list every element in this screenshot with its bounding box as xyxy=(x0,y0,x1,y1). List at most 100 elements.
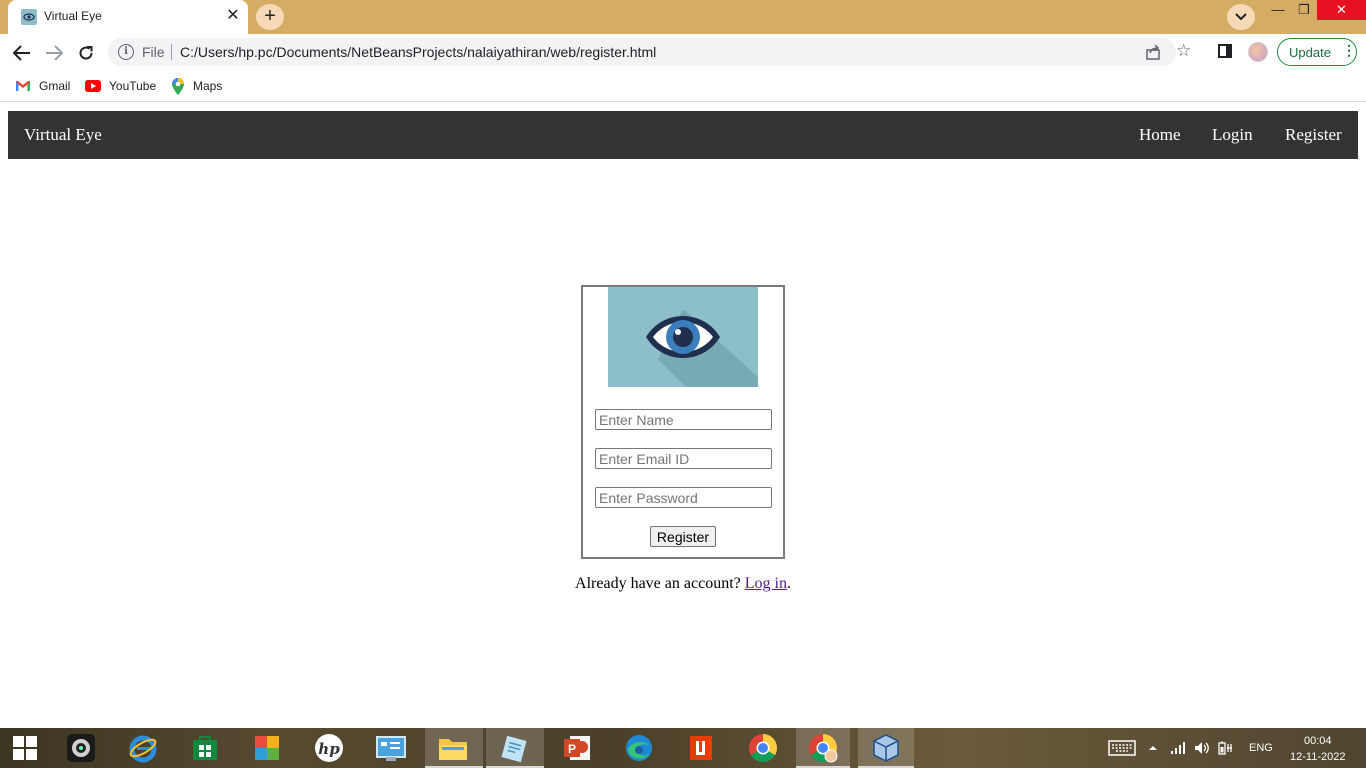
login-link[interactable]: Log in xyxy=(745,575,787,592)
svg-text:hp: hp xyxy=(318,740,340,758)
browser-tab[interactable]: Virtual Eye ✕ xyxy=(8,0,248,34)
windows-logo-icon xyxy=(13,736,37,760)
folder-icon xyxy=(439,739,467,760)
login-prompt-text: Already have an account? xyxy=(575,575,745,592)
back-arrow-icon xyxy=(13,45,30,61)
email-input[interactable] xyxy=(595,448,772,469)
side-panel-icon[interactable] xyxy=(1218,44,1232,58)
tab-favicon-icon xyxy=(21,9,37,25)
store-icon xyxy=(193,736,217,760)
nav-link-register[interactable]: Register xyxy=(1285,125,1342,145)
office-icon xyxy=(690,736,712,760)
taskbar-internet-explorer[interactable] xyxy=(127,732,159,764)
edge-icon xyxy=(626,735,652,761)
clock-time[interactable]: 00:04 xyxy=(1304,735,1332,747)
address-bar[interactable]: i File C:/Users/hp.pc/Documents/NetBeans… xyxy=(108,38,1191,66)
chevron-up-icon xyxy=(1149,746,1157,750)
signal-icon xyxy=(1171,742,1185,754)
reload-icon xyxy=(79,46,93,60)
profile-avatar[interactable] xyxy=(1248,42,1268,62)
maps-icon xyxy=(172,77,184,95)
address-url[interactable]: C:/Users/hp.pc/Documents/NetBeansProject… xyxy=(180,44,656,60)
bookmark-star-icon[interactable]: ☆ xyxy=(1176,41,1191,61)
address-scheme-label: File xyxy=(142,44,165,60)
tab-search-button[interactable] xyxy=(1227,4,1255,30)
tab-close-icon[interactable]: ✕ xyxy=(224,7,242,25)
network-status[interactable] xyxy=(1166,732,1190,764)
speaker-icon xyxy=(1195,742,1209,754)
bookmark-youtube[interactable]: YouTube xyxy=(85,77,156,95)
taskbar-chrome-profile[interactable] xyxy=(807,732,839,764)
name-input[interactable] xyxy=(595,409,772,430)
window-minimize-button[interactable]: — xyxy=(1264,0,1292,20)
login-prompt: Already have an account? Log in. xyxy=(0,575,1366,593)
taskbar-photos-app[interactable] xyxy=(251,732,283,764)
taskbar-store[interactable] xyxy=(189,732,221,764)
input-language[interactable]: ENG xyxy=(1249,742,1273,754)
taskbar-virtualbox[interactable] xyxy=(870,732,902,764)
bookmark-label: Maps xyxy=(193,79,223,93)
update-button[interactable]: Update ⋮ xyxy=(1277,38,1357,66)
nav-link-home[interactable]: Home xyxy=(1139,125,1181,145)
taskbar-notepad[interactable] xyxy=(498,732,530,764)
taskbar-office-app[interactable] xyxy=(685,732,717,764)
bookmark-maps[interactable]: Maps xyxy=(171,77,222,95)
battery-icon xyxy=(1218,741,1232,755)
svg-text:P: P xyxy=(568,742,576,756)
taskbar-edge[interactable] xyxy=(623,732,655,764)
taskbar-file-explorer[interactable] xyxy=(437,732,469,764)
register-card: Register xyxy=(581,285,785,559)
taskbar-chrome[interactable] xyxy=(747,732,779,764)
new-tab-button[interactable]: + xyxy=(256,4,284,30)
bookmark-label: YouTube xyxy=(109,79,157,93)
show-hidden-icons-button[interactable] xyxy=(1143,732,1163,764)
bookmark-label: Gmail xyxy=(39,79,71,93)
control-panel-icon xyxy=(376,736,406,761)
bookmarks-bar: Gmail YouTube Maps xyxy=(0,70,1366,102)
notepad-icon xyxy=(501,735,527,762)
battery-status[interactable] xyxy=(1214,732,1238,764)
page-viewport: Virtual Eye Home Login Register Register… xyxy=(0,103,1366,728)
gmail-icon xyxy=(15,80,31,92)
window-close-button[interactable]: ✕ xyxy=(1317,0,1366,20)
register-submit-button[interactable]: Register xyxy=(650,526,716,547)
update-label: Update xyxy=(1289,45,1331,60)
keyboard-icon xyxy=(1108,740,1136,756)
bookmark-gmail[interactable]: Gmail xyxy=(15,77,70,95)
browser-toolbar: i File C:/Users/hp.pc/Documents/NetBeans… xyxy=(0,34,1366,70)
site-navbar: Virtual Eye Home Login Register xyxy=(8,111,1358,159)
taskbar-webcam-app[interactable] xyxy=(65,732,97,764)
webcam-icon xyxy=(67,734,95,762)
eye-icon xyxy=(646,309,758,387)
powerpoint-icon: P xyxy=(564,736,590,760)
volume-control[interactable] xyxy=(1190,732,1214,764)
browser-tab-strip: Virtual Eye ✕ + — ❐ ✕ xyxy=(0,0,1366,34)
reload-button[interactable] xyxy=(74,41,98,65)
start-button[interactable] xyxy=(9,732,41,764)
chrome-icon xyxy=(749,734,777,762)
taskbar-touch-keyboard[interactable] xyxy=(1106,732,1138,764)
hp-logo-icon: hp xyxy=(315,734,343,762)
taskbar-powerpoint[interactable]: P xyxy=(561,732,593,764)
window-maximize-button[interactable]: ❐ xyxy=(1290,0,1318,20)
chevron-down-icon xyxy=(1235,13,1247,21)
chrome-profile-icon xyxy=(809,734,838,763)
cube-icon xyxy=(873,734,899,762)
forward-arrow-icon xyxy=(46,45,63,61)
site-brand[interactable]: Virtual Eye xyxy=(24,125,102,145)
more-menu-icon[interactable]: ⋮ xyxy=(1342,42,1356,59)
taskbar-control-panel[interactable] xyxy=(375,732,407,764)
eye-logo-image xyxy=(608,287,758,387)
windows-taskbar: hp P ENG 00:04 12-11-2022 xyxy=(0,728,1366,768)
password-input[interactable] xyxy=(595,487,772,508)
internet-explorer-icon xyxy=(129,735,157,763)
clock-date[interactable]: 12-11-2022 xyxy=(1290,751,1345,763)
nav-link-login[interactable]: Login xyxy=(1212,125,1253,145)
back-button[interactable] xyxy=(10,41,34,65)
tab-title: Virtual Eye xyxy=(44,9,102,23)
share-icon[interactable] xyxy=(1145,44,1161,60)
puzzle-app-icon xyxy=(255,736,279,760)
forward-button[interactable] xyxy=(42,41,66,65)
site-info-icon[interactable]: i xyxy=(118,44,134,60)
taskbar-hp-app[interactable]: hp xyxy=(313,732,345,764)
